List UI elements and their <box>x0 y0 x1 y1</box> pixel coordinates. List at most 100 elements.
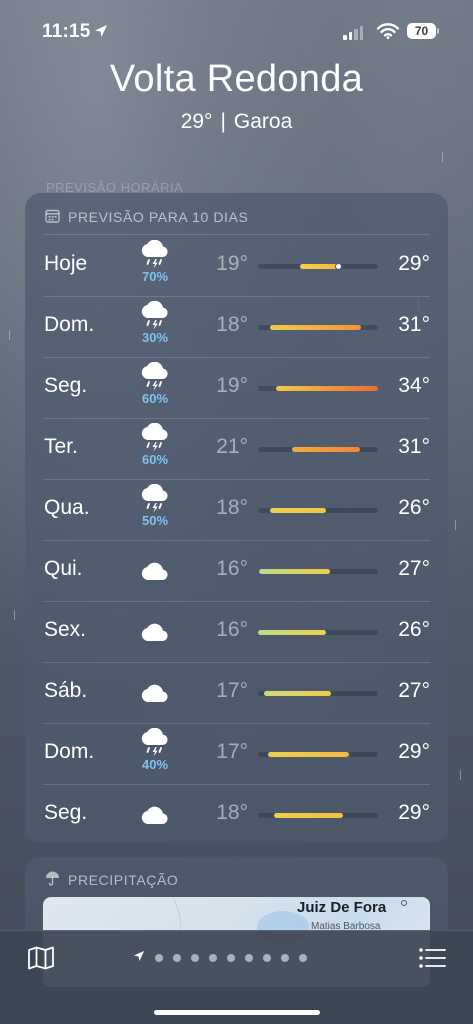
low-temperature: 17° <box>216 679 248 702</box>
temperature-range-bar <box>258 752 378 757</box>
temperature-range-bar <box>258 813 378 818</box>
forecast-row[interactable]: Ter. 60% 21° 31° <box>25 419 448 480</box>
forecast-card-title: PREVISÃO PARA 10 DIAS <box>68 209 249 225</box>
forecast-day: Ter. <box>44 435 78 458</box>
current-temperature: 29° <box>180 110 213 133</box>
precipitation-card-title: PRECIPITAÇÃO <box>68 872 179 888</box>
forecast-day: Hoje <box>44 252 88 275</box>
rain-streak <box>9 330 10 340</box>
city-name: Volta Redonda <box>109 58 364 100</box>
clock-time: 11:15 <box>42 21 91 42</box>
low-temperature: 18° <box>216 801 248 824</box>
weather-icon-group: 70% <box>133 240 177 292</box>
temperature-range-bar <box>258 263 378 270</box>
forecast-row[interactable]: Qui. 16° 27° <box>25 541 448 602</box>
forecast-day: Qui. <box>44 557 83 580</box>
map-icon[interactable] <box>27 946 55 975</box>
rain-streak <box>442 152 443 162</box>
header-divider <box>43 234 430 235</box>
low-temperature: 16° <box>216 557 248 580</box>
forecast-day: Seg. <box>44 801 88 824</box>
temperature-range-fill <box>267 752 350 757</box>
forecast-row[interactable]: Qua. 50% 18° 26° <box>25 480 448 541</box>
forecast-day: Sex. <box>44 618 87 641</box>
page-dot[interactable] <box>191 954 199 962</box>
map-pin <box>401 900 407 906</box>
page-dot[interactable] <box>263 954 271 962</box>
low-temperature: 18° <box>216 496 248 519</box>
low-temperature: 19° <box>216 374 248 397</box>
temperature-range-fill <box>264 691 332 696</box>
current-condition: Garoa <box>233 110 293 133</box>
forecast-day: Seg. <box>44 374 88 397</box>
page-dot[interactable] <box>299 954 307 962</box>
rain-streak <box>455 520 456 530</box>
temperature-range-bar <box>258 630 378 635</box>
cloud-bolt-rain-icon <box>133 301 177 331</box>
forecast-row[interactable]: Sex. 16° 26° <box>25 602 448 663</box>
precip-chance: 30% <box>141 330 169 345</box>
high-temperature: 29° <box>398 740 430 763</box>
map-city-label: Juiz De Fora <box>297 899 387 916</box>
page-dot[interactable] <box>227 954 235 962</box>
temperature-range-fill <box>276 386 378 391</box>
precip-chance: 70% <box>141 269 169 284</box>
current-temperature-dot <box>334 263 342 270</box>
ten-day-forecast-card[interactable]: PREVISÃO PARA 10 DIAS Hoje 70% 19° 29° Dom. 3… <box>25 193 448 843</box>
page-dot[interactable] <box>245 954 253 962</box>
umbrella-icon <box>45 871 60 889</box>
page-dot[interactable] <box>155 954 163 962</box>
temperature-range-fill <box>270 508 327 513</box>
low-temperature: 21° <box>216 435 248 458</box>
weather-icon-group <box>133 805 177 857</box>
home-indicator[interactable] <box>154 1010 320 1015</box>
cloud-bolt-rain-icon <box>133 240 177 270</box>
high-temperature: 31° <box>398 435 430 458</box>
temperature-range-fill <box>258 630 327 635</box>
current-conditions: 29° | Garoa <box>0 110 473 134</box>
page-dot[interactable] <box>281 954 289 962</box>
forecast-row[interactable]: Sáb. 17° 27° <box>25 663 448 724</box>
location-arrow-icon <box>94 24 108 43</box>
high-temperature: 27° <box>398 557 430 580</box>
cloud-icon <box>133 683 177 703</box>
page-dot[interactable] <box>173 954 181 962</box>
page-dot[interactable] <box>209 954 217 962</box>
weather-icon-group: 30% <box>133 301 177 353</box>
location-arrow-icon <box>133 949 145 967</box>
cloud-icon <box>133 561 177 581</box>
temperature-range-bar <box>258 691 378 696</box>
bottom-toolbar <box>0 930 473 1024</box>
cloud-icon <box>133 805 177 825</box>
low-temperature: 17° <box>216 740 248 763</box>
temperature-range-bar <box>258 386 378 391</box>
high-temperature: 34° <box>398 374 430 397</box>
wifi-icon <box>376 23 400 44</box>
temperature-range-bar <box>258 508 378 513</box>
weather-icon-group: 40% <box>133 728 177 780</box>
forecast-row[interactable]: Dom. 30% 18° 31° <box>25 297 448 358</box>
forecast-row[interactable]: Seg. 60% 19° 34° <box>25 358 448 419</box>
cloud-bolt-rain-icon <box>133 484 177 514</box>
forecast-row[interactable]: Hoje 70% 19° 29° <box>25 236 448 297</box>
temperature-range-fill <box>273 813 344 818</box>
high-temperature: 26° <box>398 618 430 641</box>
separator: | <box>220 110 226 133</box>
cloud-icon <box>133 622 177 642</box>
cloud-bolt-rain-icon <box>133 728 177 758</box>
calendar-icon <box>45 209 60 226</box>
temperature-range-bar <box>258 325 378 330</box>
page-indicator[interactable] <box>133 949 307 967</box>
forecast-row[interactable]: Seg. 18° 29° <box>25 785 448 846</box>
precipitation-card-header: PRECIPITAÇÃO <box>45 871 178 889</box>
high-temperature: 29° <box>398 801 430 824</box>
list-icon[interactable] <box>418 947 446 974</box>
temperature-range-bar <box>258 447 378 452</box>
low-temperature: 19° <box>216 252 248 275</box>
low-temperature: 18° <box>216 313 248 336</box>
high-temperature: 27° <box>398 679 430 702</box>
forecast-day: Sáb. <box>44 679 88 702</box>
battery-level: 70 <box>407 23 436 39</box>
forecast-row[interactable]: Dom. 40% 17° 29° <box>25 724 448 785</box>
weather-icon-group: 50% <box>133 484 177 536</box>
